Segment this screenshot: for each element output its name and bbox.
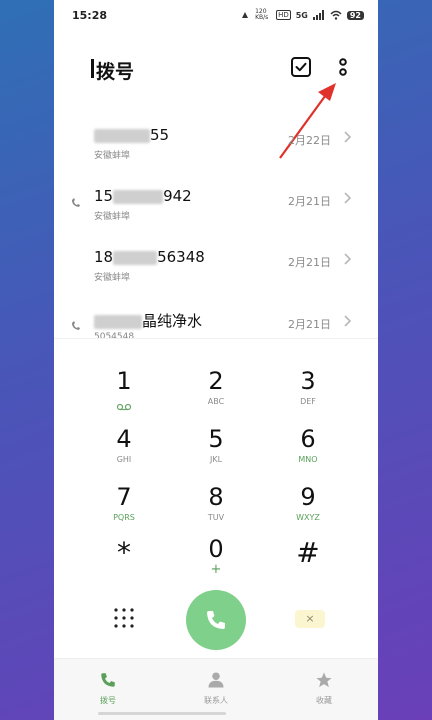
keypad-divider: [54, 338, 378, 339]
dialer-screen: 15:28 120 KB/s HD 5G 92 拨号 55 安徽蚌埠 2月22日…: [54, 0, 378, 720]
signal-icon: [312, 10, 324, 20]
nav-tab-dialer[interactable]: 拨号: [78, 671, 138, 706]
key-2[interactable]: 2 ABC: [176, 360, 256, 414]
notification-icon: [242, 12, 249, 18]
nav-tab-contacts[interactable]: 联系人: [186, 671, 246, 706]
key-4[interactable]: 4 GHI: [84, 418, 164, 472]
call-log-item[interactable]: 18 56348 安徽蚌埠 2月21日: [54, 242, 378, 300]
key-1[interactable]: 1: [84, 360, 164, 414]
incoming-call-icon: [72, 321, 80, 330]
call-log-item[interactable]: 15 942 安徽蚌埠 2月21日: [54, 181, 378, 239]
status-bar: 15:28 120 KB/s HD 5G 92: [54, 0, 378, 30]
key-star[interactable]: *: [84, 532, 164, 586]
incoming-call-icon: [72, 198, 80, 207]
status-time: 15:28: [72, 9, 108, 22]
volte-icon: HD: [276, 10, 291, 20]
call-number: 55: [94, 126, 169, 144]
key-3[interactable]: 3 DEF: [268, 360, 348, 414]
battery-icon: 92: [346, 10, 364, 20]
page-title: 拨号: [90, 57, 134, 84]
wifi-icon: [330, 10, 342, 20]
call-number: 15 942: [94, 187, 192, 205]
redacted-number: [94, 128, 150, 143]
key-8[interactable]: 8 TUV: [176, 476, 256, 530]
status-icons: 120 KB/s HD 5G 92: [240, 9, 364, 21]
redacted-number: [113, 189, 164, 204]
chevron-right-icon[interactable]: [342, 252, 352, 266]
vertical-dots-icon: [339, 58, 347, 76]
call-location: 安徽蚌埠: [94, 212, 131, 222]
star-icon: [316, 672, 332, 688]
chevron-right-icon[interactable]: [342, 130, 352, 144]
chevron-right-icon[interactable]: [342, 314, 352, 328]
key-6[interactable]: 6 MNO: [268, 418, 348, 472]
home-indicator: [98, 712, 226, 715]
phone-icon: [207, 611, 225, 629]
call-contact-name: 晶纯净水: [94, 310, 202, 331]
person-icon: [208, 672, 224, 688]
call-log-item[interactable]: 55 安徽蚌埠 2月22日: [54, 120, 378, 178]
redacted-name: [94, 314, 142, 329]
more-options-button[interactable]: [332, 55, 354, 79]
call-date: 2月22日: [288, 134, 331, 147]
dialpad-toggle-button[interactable]: [112, 606, 136, 630]
call-date: 2月21日: [288, 256, 331, 269]
nav-tab-favorites[interactable]: 收藏: [294, 671, 354, 706]
key-7[interactable]: 7 PQRS: [84, 476, 164, 530]
bottom-navigation: 拨号 联系人 收藏: [54, 658, 378, 720]
call-date: 2月21日: [288, 318, 331, 331]
key-0[interactable]: 0 +: [176, 528, 256, 582]
signal-label: 5G: [295, 10, 308, 20]
voicemail-icon: [116, 403, 132, 411]
key-5[interactable]: 5 JKL: [176, 418, 256, 472]
phone-icon: [101, 673, 115, 687]
checklist-icon: [291, 57, 311, 77]
dial-actions: ×: [54, 588, 378, 654]
key-hash[interactable]: #: [268, 532, 348, 586]
delete-button[interactable]: ×: [295, 610, 325, 628]
net-speed: 120 KB/s: [255, 8, 269, 21]
call-date: 2月21日: [288, 195, 331, 208]
call-number: 18 56348: [94, 248, 205, 266]
key-9[interactable]: 9 WXYZ: [268, 476, 348, 530]
call-button[interactable]: [186, 590, 246, 650]
edit-button[interactable]: [290, 56, 312, 78]
call-location: 安徽蚌埠: [94, 273, 131, 283]
chevron-right-icon[interactable]: [342, 191, 352, 205]
redacted-number: [113, 250, 158, 265]
dialpad-grid-icon: [114, 608, 134, 628]
call-location: 安徽蚌埠: [94, 151, 131, 161]
